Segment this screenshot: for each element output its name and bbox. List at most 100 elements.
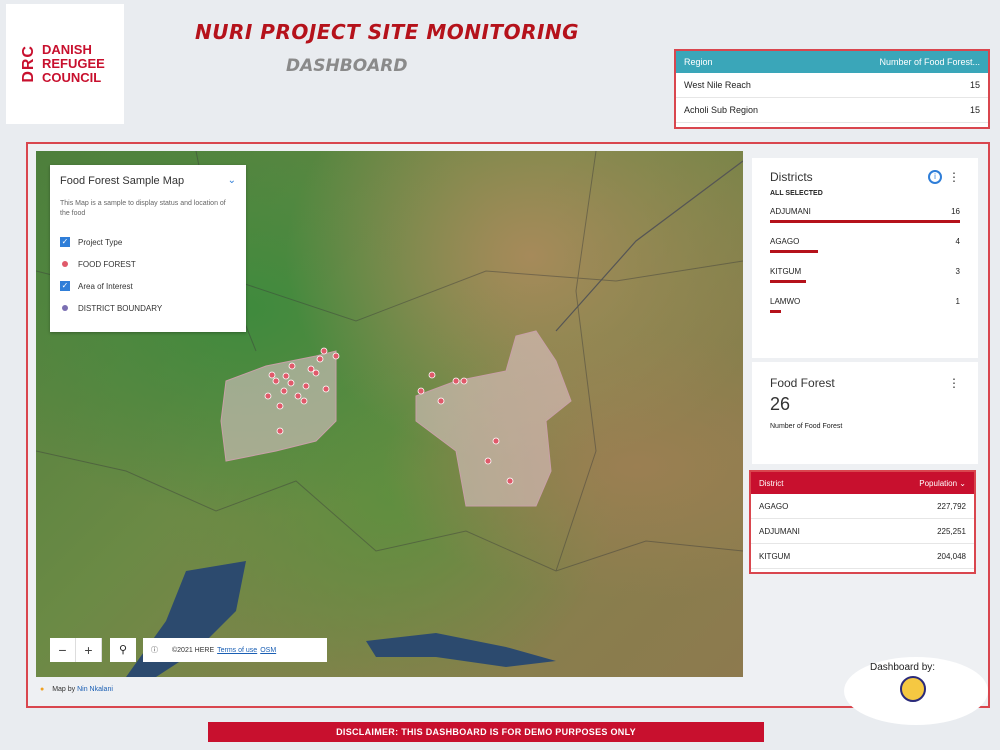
district-name: KITGUM bbox=[770, 267, 802, 276]
district-filter-item[interactable]: AGAGO 4 bbox=[770, 237, 960, 267]
food-forest-point[interactable] bbox=[288, 362, 296, 370]
food-forest-point[interactable] bbox=[460, 377, 468, 385]
logo-line3: COUNCIL bbox=[42, 70, 102, 85]
food-forest-point[interactable] bbox=[452, 377, 460, 385]
legend-item-district-boundary: DISTRICT BOUNDARY bbox=[60, 297, 236, 319]
food-forest-point[interactable] bbox=[272, 377, 280, 385]
district-filter-item[interactable]: LAMWO 1 bbox=[770, 297, 960, 327]
map-search-button[interactable]: ⚲ bbox=[110, 638, 136, 662]
table-row[interactable]: Acholi Sub Region 15 bbox=[676, 98, 988, 123]
district-cell: AGAGO bbox=[759, 501, 789, 511]
map-by-label: Map by bbox=[52, 686, 76, 693]
zoom-in-button[interactable]: + bbox=[76, 638, 102, 662]
osm-link[interactable]: OSM bbox=[260, 647, 276, 654]
food-forest-point[interactable] bbox=[332, 352, 340, 360]
food-forest-point[interactable] bbox=[280, 387, 288, 395]
disclaimer-banner: DISCLAIMER: THIS DASHBOARD IS FOR DEMO P… bbox=[208, 722, 764, 742]
layer-toggle-area-of-interest[interactable]: ✓ Area of Interest bbox=[60, 275, 236, 297]
region-count: 15 bbox=[969, 105, 980, 115]
food-forest-point[interactable] bbox=[282, 372, 290, 380]
drc-logo: DRC DANISH REFUGEE COUNCIL bbox=[6, 4, 124, 124]
info-icon[interactable]: ⓘ bbox=[151, 645, 158, 655]
map-author-link[interactable]: Nin Nkalani bbox=[77, 686, 113, 693]
search-icon: ⚲ bbox=[118, 644, 128, 656]
district-name: LAMWO bbox=[770, 297, 801, 306]
district-name: AGAGO bbox=[770, 237, 800, 246]
food-forest-point[interactable] bbox=[492, 437, 500, 445]
logo-line2: REFUGEE bbox=[42, 56, 105, 71]
chevron-down-icon[interactable]: ⌄ bbox=[228, 175, 236, 187]
food-forest-point[interactable] bbox=[294, 392, 302, 400]
table-row[interactable]: ADJUMANI 225,251 bbox=[751, 519, 974, 544]
food-forest-point[interactable] bbox=[287, 379, 295, 387]
population-col-header[interactable]: Population ⌄ bbox=[919, 479, 966, 488]
district-boundary-east[interactable] bbox=[415, 330, 572, 507]
info-icon[interactable]: i bbox=[928, 170, 942, 184]
food-forest-point[interactable] bbox=[264, 392, 272, 400]
district-filter-item[interactable]: ADJUMANI 16 bbox=[770, 207, 960, 237]
food-forest-point[interactable] bbox=[316, 355, 324, 363]
zoom-controls: − + bbox=[50, 638, 102, 662]
food-forest-point[interactable] bbox=[437, 397, 445, 405]
layer-label: Area of Interest bbox=[78, 281, 133, 291]
logo-line1: DANISH bbox=[42, 42, 92, 57]
district-count: 16 bbox=[951, 207, 960, 216]
region-name: West Nile Reach bbox=[684, 80, 751, 90]
food-forest-point[interactable] bbox=[506, 477, 514, 485]
district-col-header[interactable]: District bbox=[759, 479, 783, 488]
district-count-bar bbox=[770, 250, 818, 253]
kpi-header: Food Forest ⋮ bbox=[770, 376, 960, 390]
table-row[interactable]: KITGUM 204,048 bbox=[751, 544, 974, 569]
layer-toggle-project-type[interactable]: ✓ Project Type bbox=[60, 231, 236, 253]
food-forest-point[interactable] bbox=[307, 365, 315, 373]
food-forest-point[interactable] bbox=[322, 385, 330, 393]
district-count: 3 bbox=[955, 267, 960, 276]
region-count: 15 bbox=[969, 80, 980, 90]
road-line bbox=[555, 160, 743, 332]
district-boundary-symbol-icon bbox=[62, 305, 68, 311]
food-forest-point[interactable] bbox=[300, 397, 308, 405]
lake-kwania bbox=[366, 633, 556, 667]
table-row[interactable]: AGAGO 227,792 bbox=[751, 494, 974, 519]
population-cell: 204,048 bbox=[937, 551, 966, 561]
region-table-header: Region Number of Food Forest... bbox=[676, 51, 988, 73]
star-icon: ● bbox=[40, 686, 45, 693]
food-forest-point[interactable] bbox=[268, 371, 276, 379]
checkbox-checked-icon[interactable]: ✓ bbox=[60, 281, 70, 291]
region-col-header[interactable]: Region bbox=[684, 57, 713, 67]
more-options-icon[interactable]: ⋮ bbox=[948, 376, 960, 390]
food-forest-point[interactable] bbox=[312, 369, 320, 377]
district-count: 4 bbox=[955, 237, 960, 246]
terms-of-use-link[interactable]: Terms of use bbox=[217, 647, 257, 654]
region-name: Acholi Sub Region bbox=[684, 105, 759, 115]
map-legend-panel: Food Forest Sample Map ⌄ This Map is a s… bbox=[50, 165, 246, 332]
legend-title: Food Forest Sample Map bbox=[60, 175, 185, 187]
all-selected-label: ALL SELECTED bbox=[770, 190, 823, 197]
districts-title: Districts bbox=[770, 170, 813, 184]
food-forest-point[interactable] bbox=[417, 387, 425, 395]
districts-header: Districts i ⋮ bbox=[770, 170, 960, 184]
district-count: 1 bbox=[955, 297, 960, 306]
food-forest-point[interactable] bbox=[320, 347, 328, 355]
food-forest-point[interactable] bbox=[276, 427, 284, 435]
population-table-header: District Population ⌄ bbox=[751, 472, 974, 494]
dashboard-by-label: Dashboard by: bbox=[870, 662, 936, 673]
food-forest-point[interactable] bbox=[428, 371, 436, 379]
legend-item-label: FOOD FOREST bbox=[78, 259, 136, 269]
food-forest-kpi-card: Food Forest ⋮ 26 Number of Food Forest bbox=[752, 362, 978, 464]
food-forest-count-col-header[interactable]: Number of Food Forest... bbox=[879, 57, 980, 67]
table-row[interactable]: West Nile Reach 15 bbox=[676, 73, 988, 98]
more-options-icon[interactable]: ⋮ bbox=[948, 170, 960, 184]
kpi-value: 26 bbox=[770, 394, 791, 414]
legend-header[interactable]: Food Forest Sample Map ⌄ bbox=[60, 175, 236, 187]
legend-item-food-forest: FOOD FOREST bbox=[60, 253, 236, 275]
food-forest-symbol-icon bbox=[62, 261, 68, 267]
checkbox-checked-icon[interactable]: ✓ bbox=[60, 237, 70, 247]
district-count-bar bbox=[770, 220, 960, 223]
district-filter-item[interactable]: KITGUM 3 bbox=[770, 267, 960, 297]
zoom-out-button[interactable]: − bbox=[50, 638, 76, 662]
food-forest-point[interactable] bbox=[276, 402, 284, 410]
district-name: ADJUMANI bbox=[770, 207, 811, 216]
food-forest-point[interactable] bbox=[484, 457, 492, 465]
food-forest-point[interactable] bbox=[302, 382, 310, 390]
